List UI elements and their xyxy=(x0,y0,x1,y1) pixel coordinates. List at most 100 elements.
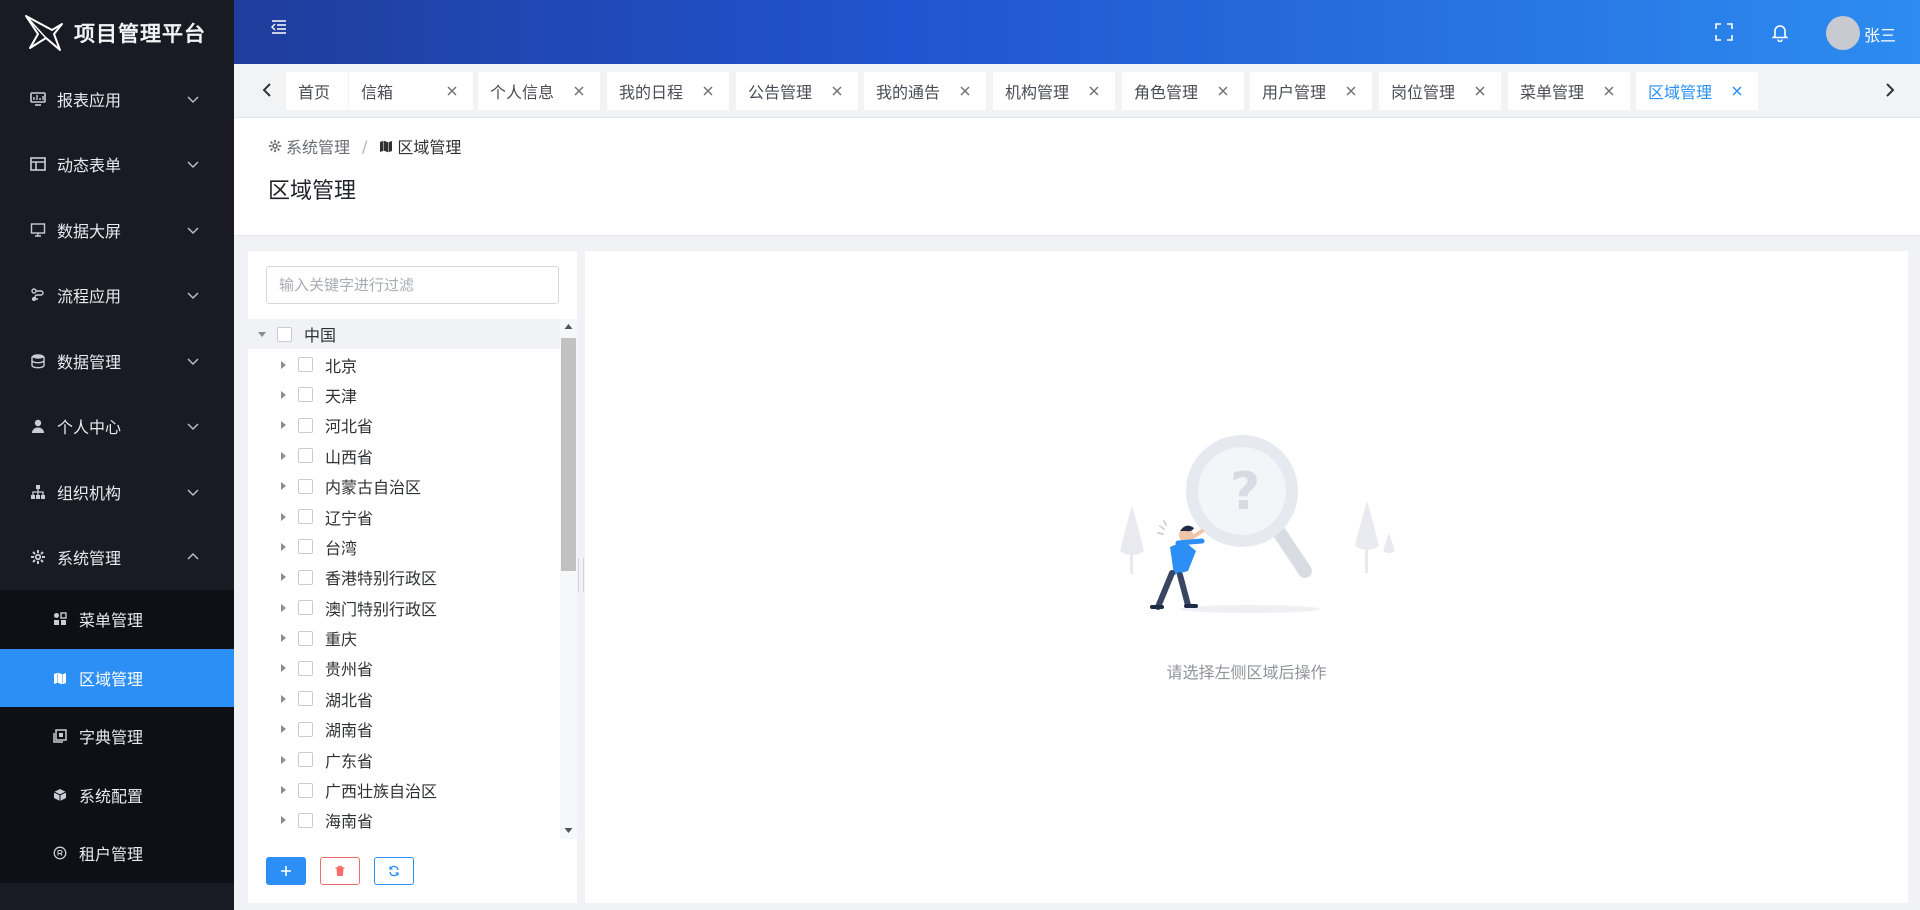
sidebar-subitem-system-config[interactable]: 系统配置 xyxy=(0,766,234,825)
close-icon[interactable] xyxy=(1473,84,1487,98)
close-icon[interactable] xyxy=(958,84,972,98)
tree-checkbox[interactable] xyxy=(298,357,313,373)
add-region-button[interactable] xyxy=(266,857,306,885)
sidebar-item-workflow[interactable]: 流程应用 xyxy=(0,263,234,329)
caret-right-icon[interactable] xyxy=(278,603,288,613)
tree-checkbox[interactable] xyxy=(298,448,313,464)
tree-checkbox[interactable] xyxy=(298,752,313,768)
tab-menu-management[interactable]: 菜单管理 xyxy=(1508,72,1630,110)
caret-right-icon[interactable] xyxy=(278,785,288,795)
tree-node[interactable]: 贵州省 xyxy=(248,653,560,683)
scrollbar-thumb[interactable] xyxy=(561,338,576,571)
close-icon[interactable] xyxy=(1730,84,1744,98)
tabs-scroll-right-icon[interactable] xyxy=(1879,79,1901,101)
refresh-tree-button[interactable] xyxy=(374,857,414,885)
sidebar-item-reports[interactable]: 报表应用 xyxy=(0,66,234,132)
caret-down-icon[interactable] xyxy=(257,329,267,339)
tree-node-root[interactable]: 中国 xyxy=(248,319,560,350)
sidebar-item-organization[interactable]: 组织机构 xyxy=(0,459,234,525)
caret-right-icon[interactable] xyxy=(278,694,288,704)
sidebar-subitem-menu-management[interactable]: 菜单管理 xyxy=(0,590,234,649)
avatar[interactable] xyxy=(1826,16,1860,50)
fullscreen-icon[interactable] xyxy=(1714,22,1734,42)
tab-role-management[interactable]: 角色管理 xyxy=(1122,72,1244,110)
caret-right-icon[interactable] xyxy=(278,663,288,673)
collapse-sidebar-icon[interactable] xyxy=(269,17,289,37)
close-icon[interactable] xyxy=(1602,84,1616,98)
close-icon[interactable] xyxy=(1216,84,1230,98)
close-icon[interactable] xyxy=(572,84,586,98)
tab-mailbox[interactable]: 信箱 xyxy=(349,72,473,110)
tree-node[interactable]: 广东省 xyxy=(248,744,560,774)
close-icon[interactable] xyxy=(701,84,715,98)
tree-node[interactable]: 海南省 xyxy=(248,805,560,835)
close-icon[interactable] xyxy=(1344,84,1358,98)
bell-icon[interactable] xyxy=(1770,22,1790,42)
sidebar-subitem-region-management[interactable]: 区域管理 xyxy=(0,648,234,707)
tree-node[interactable]: 湖北省 xyxy=(248,684,560,714)
tab-institution-management[interactable]: 机构管理 xyxy=(993,72,1115,110)
tree-checkbox[interactable] xyxy=(298,691,313,707)
logo[interactable]: 项目管理平台 xyxy=(0,0,234,66)
tree-node[interactable]: 澳门特别行政区 xyxy=(248,593,560,623)
tab-personal-info[interactable]: 个人信息 xyxy=(478,72,600,110)
tree-node[interactable]: 辽宁省 xyxy=(248,501,560,531)
tree-node[interactable]: 天津 xyxy=(248,380,560,410)
close-icon[interactable] xyxy=(1087,84,1101,98)
tab-my-schedule[interactable]: 我的日程 xyxy=(607,72,729,110)
tree-node[interactable]: 湖南省 xyxy=(248,714,560,744)
caret-right-icon[interactable] xyxy=(278,481,288,491)
sidebar-item-data-screen[interactable]: 数据大屏 xyxy=(0,197,234,263)
caret-right-icon[interactable] xyxy=(278,390,288,400)
breadcrumb-parent[interactable]: 系统管理 xyxy=(286,134,350,158)
sidebar-item-personal-center[interactable]: 个人中心 xyxy=(0,394,234,460)
tab-my-notices[interactable]: 我的通告 xyxy=(864,72,986,110)
sidebar-subitem-tenant-management[interactable]: 租户管理 xyxy=(0,824,234,883)
tree-checkbox[interactable] xyxy=(298,721,313,737)
tree-checkbox[interactable] xyxy=(298,417,313,433)
caret-right-icon[interactable] xyxy=(278,542,288,552)
caret-right-icon[interactable] xyxy=(278,815,288,825)
caret-right-icon[interactable] xyxy=(278,512,288,522)
delete-region-button[interactable] xyxy=(320,857,360,885)
tab-position-management[interactable]: 岗位管理 xyxy=(1379,72,1501,110)
caret-right-icon[interactable] xyxy=(278,724,288,734)
caret-right-icon[interactable] xyxy=(278,451,288,461)
tab-region-management[interactable]: 区域管理 xyxy=(1636,72,1758,110)
tree-checkbox[interactable] xyxy=(298,569,313,585)
close-icon[interactable] xyxy=(445,84,459,98)
tree-scrollbar[interactable] xyxy=(560,319,577,839)
tree-checkbox[interactable] xyxy=(298,782,313,798)
tree-checkbox[interactable] xyxy=(298,509,313,525)
tab-announcements[interactable]: 公告管理 xyxy=(736,72,858,110)
caret-right-icon[interactable] xyxy=(278,572,288,582)
scroll-up-arrow-icon[interactable] xyxy=(564,322,573,331)
tree-checkbox[interactable] xyxy=(298,539,313,555)
sidebar-item-dynamic-forms[interactable]: 动态表单 xyxy=(0,132,234,198)
panel-resize-handle[interactable] xyxy=(578,558,584,592)
tree-node[interactable]: 重庆 xyxy=(248,623,560,653)
filter-input[interactable] xyxy=(266,266,559,304)
tree-checkbox[interactable] xyxy=(298,660,313,676)
caret-right-icon[interactable] xyxy=(278,360,288,370)
tree-checkbox[interactable] xyxy=(298,600,313,616)
tab-user-management[interactable]: 用户管理 xyxy=(1250,72,1372,110)
tree-node[interactable]: 广西壮族自治区 xyxy=(248,775,560,805)
tree-checkbox[interactable] xyxy=(298,387,313,403)
username[interactable]: 张三 xyxy=(1864,22,1896,46)
tree-node[interactable]: 内蒙古自治区 xyxy=(248,471,560,501)
sidebar-item-data-management[interactable]: 数据管理 xyxy=(0,328,234,394)
tabs-scroll-left-icon[interactable] xyxy=(256,79,278,101)
caret-right-icon[interactable] xyxy=(278,633,288,643)
sidebar-subitem-dictionary-management[interactable]: 字典管理 xyxy=(0,707,234,766)
tab-home[interactable]: 首页 xyxy=(286,72,348,110)
tree-checkbox[interactable] xyxy=(298,630,313,646)
tree-checkbox[interactable] xyxy=(298,478,313,494)
caret-right-icon[interactable] xyxy=(278,755,288,765)
tree-node[interactable]: 香港特别行政区 xyxy=(248,562,560,592)
sidebar-item-system-management[interactable]: 系统管理 xyxy=(0,525,234,591)
tree-node[interactable]: 北京 xyxy=(248,349,560,379)
tree-node[interactable]: 台湾 xyxy=(248,532,560,562)
tree-node[interactable]: 山西省 xyxy=(248,441,560,471)
tree-node[interactable]: 河北省 xyxy=(248,410,560,440)
